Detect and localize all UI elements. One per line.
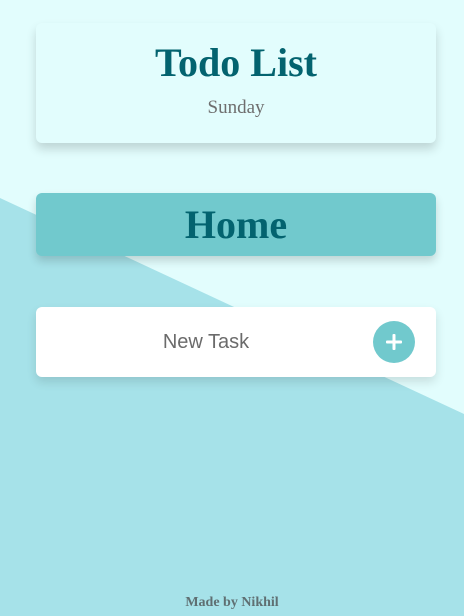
list-title: Home [184,202,288,247]
header-card: Todo List Sunday [36,23,436,143]
footer-credit: Made by Nikhil [185,595,279,610]
page-title: Todo List [155,40,317,85]
add-task-button[interactable] [373,321,415,363]
list-title-card: Home [36,193,436,256]
new-task-form [36,307,436,377]
plus-icon [386,334,402,350]
new-task-input[interactable] [36,307,376,377]
day-label: Sunday [207,97,265,118]
